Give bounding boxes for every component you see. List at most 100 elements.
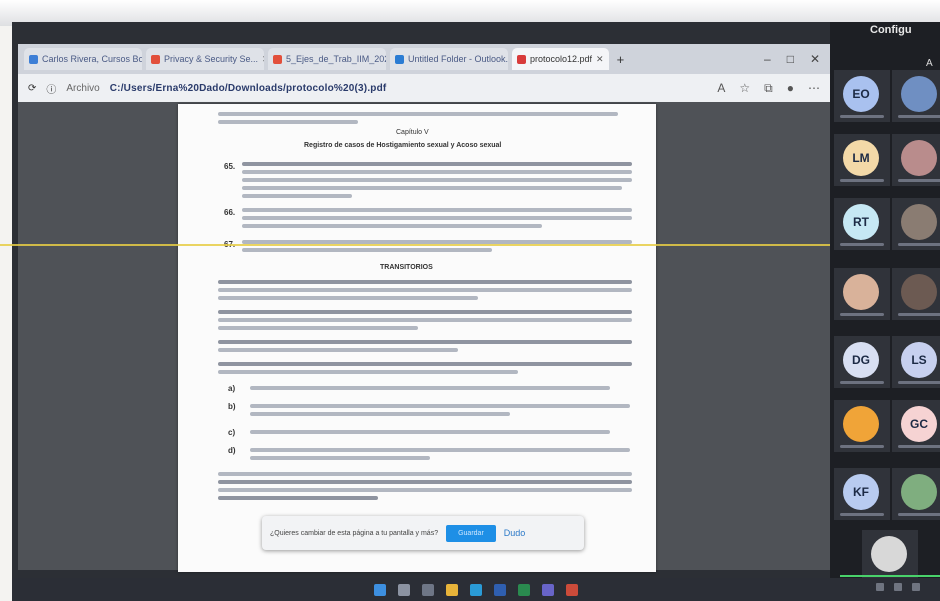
item-number: 66. — [224, 208, 236, 217]
taskbar — [12, 578, 940, 601]
network-icon[interactable] — [876, 583, 884, 591]
text-line — [218, 296, 478, 300]
participant-name — [898, 243, 940, 246]
participant-tile[interactable] — [892, 198, 940, 250]
text-line — [218, 318, 632, 322]
start-icon[interactable] — [374, 583, 386, 596]
participant-tile[interactable] — [892, 268, 940, 320]
text-line — [242, 162, 632, 166]
reload-icon[interactable]: ⟳ — [28, 83, 36, 94]
text-line — [250, 386, 610, 390]
close-icon[interactable]: ✕ — [262, 54, 264, 65]
tab-title: Untitled Folder - Outlook... — [408, 54, 508, 64]
word-icon[interactable] — [494, 583, 506, 596]
text-line — [218, 362, 632, 366]
excel-icon[interactable] — [518, 583, 530, 596]
tab-3[interactable]: 5_Ejes_de_Trab_IIM_2025...✕ — [268, 48, 386, 70]
conference-subtitle: A — [926, 58, 933, 69]
browser-tab-strip: Carlos Rivera, Cursos Bol...✕ Privacy & … — [18, 44, 830, 74]
participant-tile[interactable]: RT — [834, 198, 890, 250]
explorer-icon[interactable] — [446, 583, 458, 596]
close-icon[interactable]: ✕ — [596, 54, 604, 65]
participant-tile[interactable]: EO — [834, 70, 890, 122]
avatar: RT — [843, 204, 879, 240]
text-line — [242, 186, 622, 190]
app-icon[interactable] — [566, 583, 578, 596]
participant-tile[interactable]: LM — [834, 134, 890, 186]
avatar — [901, 76, 937, 112]
text-line — [242, 224, 542, 228]
read-aloud-icon[interactable]: A — [717, 81, 725, 96]
info-icon[interactable]: ⓘ — [46, 81, 56, 96]
participant-tile[interactable] — [892, 468, 940, 520]
task-view-icon[interactable] — [422, 583, 434, 596]
save-button[interactable]: Guardar — [446, 524, 496, 542]
participant-tile[interactable]: LS — [892, 336, 940, 388]
text-line — [218, 488, 632, 492]
participant-name — [840, 313, 884, 316]
avatar — [871, 536, 907, 572]
panel-accent-line — [840, 575, 940, 577]
volume-icon[interactable] — [894, 583, 902, 591]
edge-icon[interactable] — [470, 583, 482, 596]
dismiss-link[interactable]: Dudo — [504, 528, 526, 538]
avatar — [843, 274, 879, 310]
participant-tile[interactable]: KF — [834, 468, 890, 520]
text-line — [218, 370, 518, 374]
text-line — [242, 194, 352, 198]
avatar — [901, 204, 937, 240]
tab-2[interactable]: Privacy & Security Se...✕ — [146, 48, 264, 70]
system-tray — [876, 583, 920, 591]
tab-1[interactable]: Carlos Rivera, Cursos Bol...✕ — [24, 48, 142, 70]
maximize-button[interactable]: □ — [787, 52, 794, 66]
battery-icon[interactable] — [912, 583, 920, 591]
avatar: GC — [901, 406, 937, 442]
text-line — [242, 208, 632, 212]
text-line — [250, 448, 630, 452]
pdf-page: Capítulo V Registro de casos de Hostigam… — [178, 104, 656, 572]
more-icon[interactable]: ⋯ — [808, 81, 820, 96]
item-letter: d) — [228, 446, 236, 455]
address-info-label: Archivo — [66, 82, 100, 94]
tab-4[interactable]: Untitled Folder - Outlook...✕ — [390, 48, 508, 70]
text-line — [218, 496, 378, 500]
tab-favicon-icon — [273, 54, 282, 64]
search-icon[interactable] — [398, 583, 410, 596]
teams-icon[interactable] — [542, 583, 554, 596]
participant-name — [898, 381, 940, 384]
new-tab-button[interactable]: + — [617, 52, 625, 67]
pdf-icon — [517, 54, 526, 64]
collections-icon[interactable]: ⧉ — [764, 81, 773, 96]
text-line — [218, 348, 458, 352]
window-controls: – □ ✕ — [764, 52, 830, 66]
participant-name — [840, 115, 884, 118]
participant-name — [898, 513, 940, 516]
avatar: KF — [843, 474, 879, 510]
tab-favicon-icon — [29, 54, 38, 64]
participant-tile[interactable] — [834, 268, 890, 320]
participant-name — [840, 179, 884, 182]
text-line — [250, 430, 610, 434]
address-bar: ⟳ ⓘ Archivo C:/Users/Erna%20Dado/Downloa… — [18, 74, 830, 102]
text-line — [250, 412, 510, 416]
participant-tile[interactable]: DG — [834, 336, 890, 388]
tab-title: 5_Ejes_de_Trab_IIM_2025... — [286, 54, 386, 64]
favorite-icon[interactable]: ☆ — [739, 81, 750, 96]
avatar: LS — [901, 342, 937, 378]
text-line — [250, 404, 630, 408]
participant-tile[interactable]: GC — [892, 400, 940, 452]
url-field[interactable]: C:/Users/Erna%20Dado/Downloads/protocolo… — [110, 83, 387, 94]
avatar — [843, 406, 879, 442]
tab-title: protocolo12.pdf — [530, 54, 593, 64]
participant-tile[interactable] — [834, 400, 890, 452]
minimize-button[interactable]: – — [764, 52, 771, 66]
text-line — [218, 480, 632, 484]
tab-active-pdf[interactable]: protocolo12.pdf ✕ — [512, 48, 609, 70]
close-window-button[interactable]: ✕ — [810, 52, 820, 66]
participant-tile[interactable] — [892, 134, 940, 186]
text-line — [218, 340, 632, 344]
participant-name — [840, 513, 884, 516]
participant-tile[interactable] — [892, 70, 940, 122]
profile-icon[interactable]: ● — [787, 81, 794, 96]
text-line — [218, 310, 632, 314]
